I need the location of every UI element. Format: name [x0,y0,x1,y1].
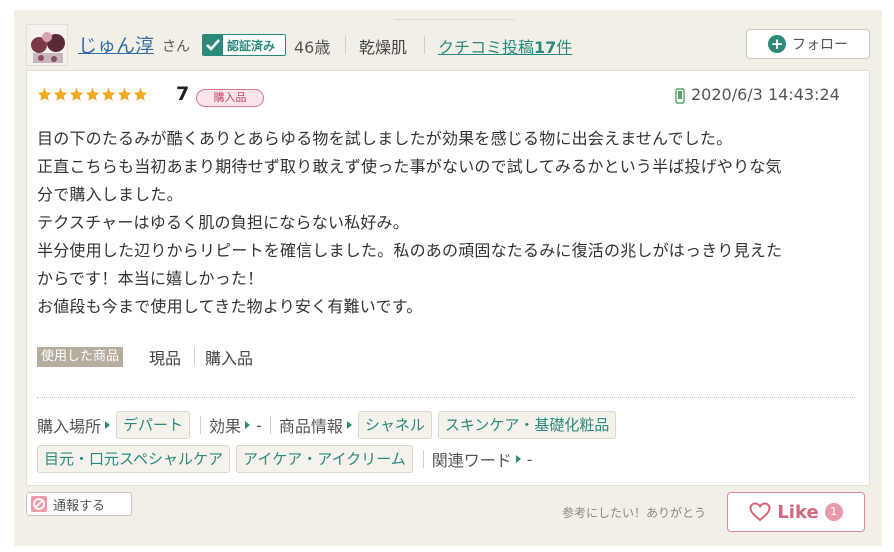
arrow-right-icon [346,421,352,429]
used-item: 現品 [149,349,182,368]
report-label: 通報する [53,498,106,514]
review-line: 正直こちらも当初あまり期待せず取り敢えず使った事がないので試してみるかという半ば… [37,157,782,176]
tag-category[interactable]: アイケア・アイクリーム [235,445,413,473]
review-panel: じゅん淳 さん 認証済み 46歳 乾燥肌 クチコミ投稿17件 + フォロー 7 … [14,10,882,546]
used-item: 購入品 [205,349,254,368]
mobile-phone-icon [675,88,685,104]
tag-divider [422,450,424,468]
review-count-link[interactable]: クチコミ投稿17件 [438,34,572,58]
reviewer-age: 46歳 [294,38,331,57]
reviewer-skin-type: 乾燥肌 [359,38,408,57]
star-rating [37,87,148,102]
follow-button[interactable]: + フォロー [746,29,870,59]
used-product-label: 使用した商品 [37,347,124,367]
like-label: Like [777,501,819,523]
helpful-prompt: 参考にしたい！ありがとう [562,506,707,520]
panel-top-divider [394,10,514,20]
plus-icon: + [768,35,786,53]
verified-label: 認証済み [227,38,276,53]
arrow-right-icon [515,455,521,463]
review-line: 目の下のたるみが酷くありとあらゆる物を試しましたが効果を感じる物に出会えませんで… [37,129,733,148]
heart-icon [749,502,771,522]
effect-value: - [256,415,262,435]
used-divider [194,347,195,365]
star-icon [69,87,84,101]
rating-score: 7 [176,83,190,105]
review-line: 分で購入しました。 [37,185,183,204]
effect-label: 効果 [209,417,242,436]
star-icon [85,87,100,101]
header-divider [345,36,346,54]
honorific: さん [162,39,190,55]
verified-badge: 認証済み [202,34,286,56]
purchased-badge: 購入品 [196,89,264,107]
tag-category[interactable]: 目元・口元スペシャルケア [37,445,230,473]
star-icon [53,87,68,101]
dotted-divider [37,397,855,398]
arrow-right-icon [245,421,251,429]
related-words-label: 関連ワード [431,451,512,470]
star-icon [37,87,52,101]
review-line: からです！本当に嬉しかった！ [37,269,264,288]
star-icon [101,87,116,101]
review-body: 目の下のたるみが酷くありとあらゆる物を試しましたが効果を感じる物に出会えませんで… [37,125,863,321]
like-button[interactable]: Like 1 [727,492,865,532]
tag-brand[interactable]: シャネル [357,411,432,439]
arrow-right-icon [105,421,111,429]
star-icon [117,87,132,101]
follow-label: フォロー [792,37,848,53]
tag-category[interactable]: スキンケア・基礎化粧品 [437,411,617,439]
like-count: 1 [824,503,843,521]
tag-divider [269,416,271,434]
post-date: 2020/6/3 14:43:24 [691,85,840,104]
reviewer-name-link[interactable]: じゅん淳 [78,31,154,58]
avatar[interactable] [26,24,68,66]
tag-row: 購入場所 デパート 効果 - 商品情報 シャネル スキンケア・基礎化粧品 [37,411,622,439]
product-info-label: 商品情報 [278,417,343,436]
related-words-value: - [526,449,533,469]
tag-row: 目元・口元スペシャルケア アイケア・アイクリーム 関連ワード - [37,445,537,473]
prohibited-icon [31,496,47,512]
tag-divider [200,416,202,434]
review-line: テクスチャーはゆるく肌の負担にならない私好み。 [37,213,409,232]
tag-purchase-place[interactable]: デパート [116,411,191,439]
purchase-place-label: 購入場所 [37,417,102,436]
review-line: お値段も今まで使用してきた物より安く有難いです。 [37,297,423,316]
check-icon [203,35,223,55]
report-button[interactable]: 通報する [26,492,132,516]
star-icon [133,87,148,101]
review-card: 7 購入品 2020/6/3 14:43:24 目の下のたるみが酷くありとあらゆ… [26,70,870,486]
review-line: 半分使用した辺りからリピートを確信しました。私のあの頑固なたるみに復活の兆しがは… [37,241,783,260]
header-divider [424,36,425,54]
